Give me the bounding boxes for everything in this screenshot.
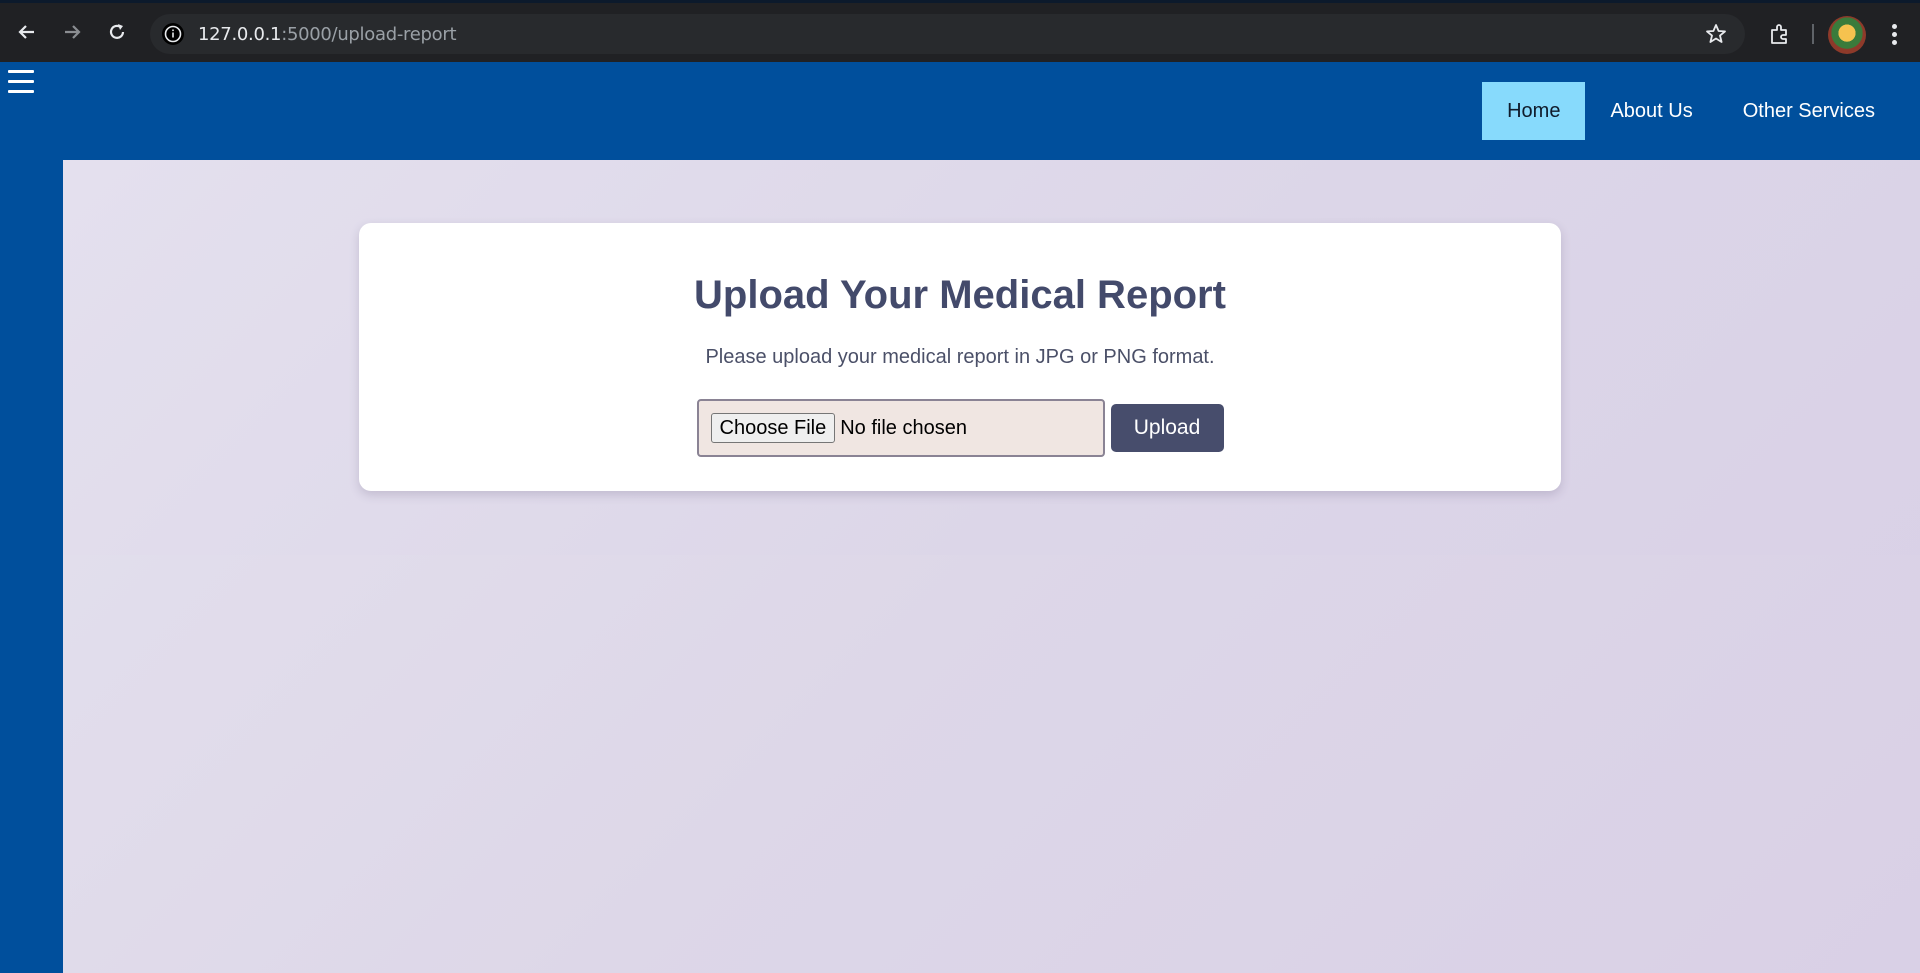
bookmark-star-icon[interactable] <box>1705 23 1727 45</box>
upload-form: Choose File No file chosen Upload <box>359 399 1561 457</box>
browser-toolbar: 127.0.0.1:5000/upload-report <box>0 0 1920 62</box>
hamburger-menu-icon[interactable] <box>8 70 34 94</box>
sidebar-strip <box>0 160 63 973</box>
address-bar[interactable]: 127.0.0.1:5000/upload-report <box>150 14 1745 54</box>
nav-other-services-link[interactable]: Other Services <box>1718 82 1900 140</box>
back-arrow-icon[interactable] <box>12 17 42 47</box>
profile-avatar[interactable] <box>1828 16 1866 54</box>
file-input[interactable]: Choose File No file chosen <box>696 399 1105 457</box>
reload-icon[interactable] <box>102 17 132 47</box>
main-nav: Home About Us Other Services <box>1482 82 1900 140</box>
background-band <box>63 555 1920 973</box>
toolbar-divider <box>1812 24 1814 44</box>
nav-home-link[interactable]: Home <box>1482 82 1586 140</box>
site-header: Home About Us Other Services <box>0 62 1920 160</box>
main-content: Upload Your Medical Report Please upload… <box>63 160 1920 973</box>
more-vert-icon[interactable] <box>1884 21 1904 47</box>
site-info-icon[interactable] <box>162 23 184 45</box>
file-status-text: No file chosen <box>840 416 967 439</box>
forward-arrow-icon[interactable] <box>57 17 87 47</box>
url-text[interactable]: 127.0.0.1:5000/upload-report <box>198 23 457 45</box>
extensions-icon[interactable] <box>1768 22 1792 46</box>
page-title: Upload Your Medical Report <box>694 273 1226 317</box>
upload-instructions: Please upload your medical report in JPG… <box>705 346 1215 368</box>
upload-card: Upload Your Medical Report Please upload… <box>359 223 1561 491</box>
url-host: 127.0.0.1 <box>198 23 282 45</box>
choose-file-button[interactable]: Choose File <box>710 413 836 443</box>
nav-about-us-link[interactable]: About Us <box>1585 82 1717 140</box>
url-path: :5000/upload-report <box>281 23 457 45</box>
upload-button[interactable]: Upload <box>1110 404 1224 452</box>
